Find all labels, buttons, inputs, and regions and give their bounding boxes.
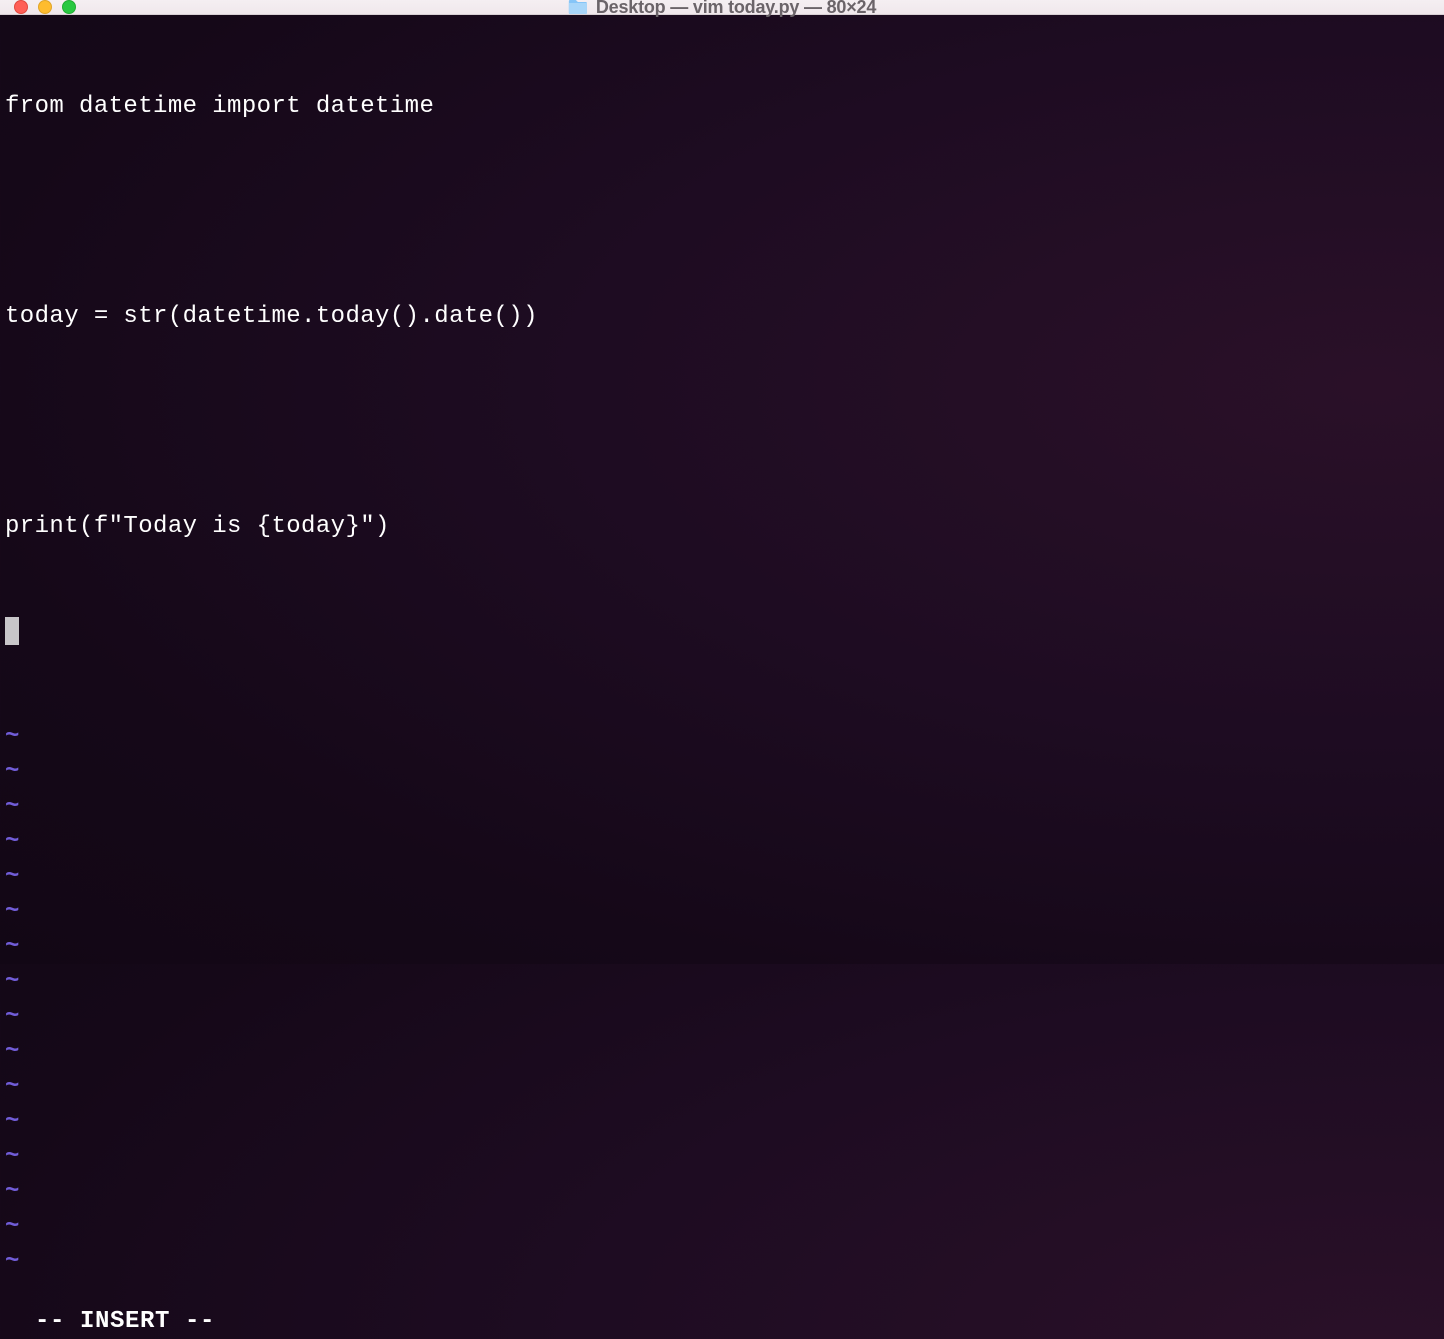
empty-line-tilde: ~ bbox=[5, 824, 1439, 859]
vim-status-line: -- INSERT -- bbox=[0, 1281, 1444, 1339]
code-line[interactable] bbox=[5, 194, 1439, 229]
code-line[interactable]: today = str(datetime.today().date()) bbox=[5, 299, 1439, 334]
maximize-icon[interactable] bbox=[62, 0, 76, 14]
empty-line-tilde: ~ bbox=[5, 719, 1439, 754]
empty-line-tilde: ~ bbox=[5, 1244, 1439, 1279]
code-line[interactable]: print(f"Today is {today}") bbox=[5, 509, 1439, 544]
terminal-viewport[interactable]: from datetime import datetime today = st… bbox=[0, 15, 1444, 1281]
minimize-icon[interactable] bbox=[38, 0, 52, 14]
empty-line-tilde: ~ bbox=[5, 894, 1439, 929]
editor-buffer[interactable]: from datetime import datetime today = st… bbox=[5, 19, 1439, 719]
folder-icon bbox=[568, 0, 588, 15]
empty-line-tildes: ~~~~~~~~~~~~~~~~ bbox=[5, 719, 1439, 1279]
empty-line-tilde: ~ bbox=[5, 999, 1439, 1034]
empty-line-tilde: ~ bbox=[5, 1104, 1439, 1139]
close-icon[interactable] bbox=[14, 0, 28, 14]
empty-line-tilde: ~ bbox=[5, 1034, 1439, 1069]
window-titlebar: Desktop — vim today.py — 80×24 bbox=[0, 0, 1444, 15]
empty-line-tilde: ~ bbox=[5, 754, 1439, 789]
traffic-lights bbox=[14, 0, 76, 14]
code-line[interactable] bbox=[5, 404, 1439, 439]
empty-line-tilde: ~ bbox=[5, 929, 1439, 964]
code-line[interactable]: from datetime import datetime bbox=[5, 89, 1439, 124]
cursor-icon bbox=[5, 617, 19, 645]
empty-line-tilde: ~ bbox=[5, 1209, 1439, 1244]
cursor-line[interactable] bbox=[5, 614, 1439, 649]
empty-line-tilde: ~ bbox=[5, 789, 1439, 824]
empty-line-tilde: ~ bbox=[5, 859, 1439, 894]
empty-line-tilde: ~ bbox=[5, 1174, 1439, 1209]
empty-line-tilde: ~ bbox=[5, 1139, 1439, 1174]
vim-mode-indicator: -- INSERT -- bbox=[35, 1308, 215, 1335]
empty-line-tilde: ~ bbox=[5, 964, 1439, 999]
empty-line-tilde: ~ bbox=[5, 1069, 1439, 1104]
